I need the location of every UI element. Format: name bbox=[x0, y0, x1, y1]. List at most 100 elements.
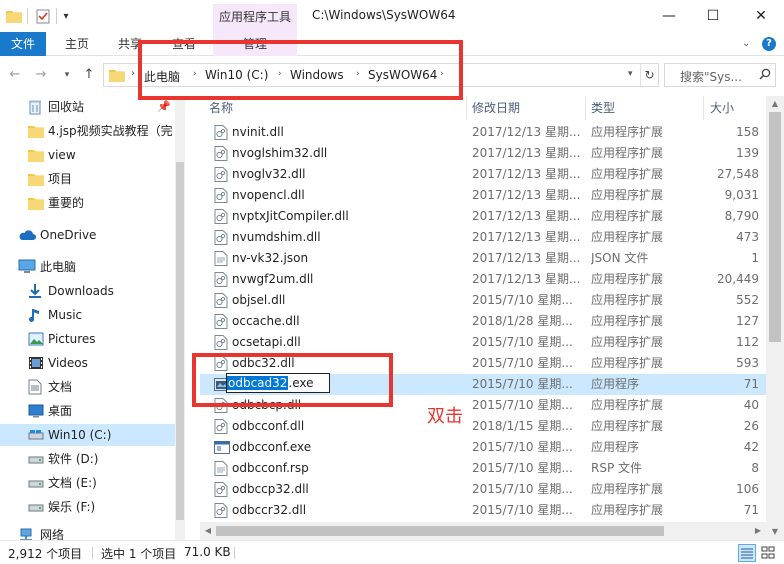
up-arrow-icon[interactable]: ↑ bbox=[80, 66, 98, 84]
file-row[interactable]: nvoglv32.dll 2017/12/13 星期... 应用程序扩展 27,548 bbox=[200, 164, 766, 185]
nav-item-folder-important[interactable]: 重要的 bbox=[0, 192, 175, 214]
minimize-button[interactable]: — bbox=[646, 0, 692, 32]
maximize-button[interactable]: ☐ bbox=[690, 0, 736, 32]
file-row[interactable]: odbccp32.dll 2015/7/10 星期... 应用程序扩展 106 bbox=[200, 479, 766, 500]
download-icon bbox=[28, 283, 44, 299]
chevron-down-icon[interactable]: ▾ bbox=[58, 8, 74, 24]
file-modified-date: 2015/7/10 星期... bbox=[472, 377, 573, 391]
nav-item-downloads[interactable]: Downloads bbox=[0, 280, 175, 302]
file-size: 26 bbox=[743, 419, 759, 433]
search-icon[interactable] bbox=[759, 68, 771, 83]
file-row[interactable]: nvumdshim.dll 2017/12/13 星期... 应用程序扩展 473 bbox=[200, 227, 766, 248]
nav-item-documents[interactable]: 文档 bbox=[0, 376, 175, 398]
file-size: 71 bbox=[743, 503, 759, 517]
column-header-size[interactable]: 大小 bbox=[710, 96, 734, 120]
nav-item-music[interactable]: Music bbox=[0, 304, 175, 326]
chevron-down-icon[interactable]: ▾ bbox=[628, 69, 633, 79]
folder-icon bbox=[28, 171, 44, 187]
file-row[interactable]: odbcconf.dll 2018/1/15 星期... 应用程序扩展 26 bbox=[200, 416, 766, 437]
file-size: 139 bbox=[736, 146, 759, 160]
nav-item-label: 此电脑 bbox=[40, 260, 77, 274]
help-icon[interactable]: ? bbox=[762, 37, 776, 51]
vertical-scrollbar-thumb[interactable] bbox=[769, 112, 781, 342]
dll-file-icon bbox=[214, 146, 228, 161]
file-row[interactable]: objsel.dll 2015/7/10 星期... 应用程序扩展 552 bbox=[200, 290, 766, 311]
column-divider[interactable] bbox=[466, 96, 467, 120]
nav-item-desktop[interactable]: 桌面 bbox=[0, 400, 175, 422]
file-modified-date: 2017/12/13 星期... bbox=[472, 251, 581, 265]
nav-item-pictures[interactable]: Pictures bbox=[0, 328, 175, 350]
file-name: nvoglshim32.dll bbox=[232, 146, 328, 160]
file-row[interactable]: nvinit.dll 2017/12/13 星期... 应用程序扩展 158 bbox=[200, 122, 766, 143]
horizontal-scrollbar-thumb[interactable] bbox=[216, 526, 664, 536]
chevron-down-icon[interactable]: ⌄ bbox=[742, 38, 750, 49]
chevron-right-icon[interactable]: › bbox=[131, 68, 135, 79]
folder-icon[interactable] bbox=[6, 8, 22, 24]
file-row[interactable]: nvopencl.dll 2017/12/13 星期... 应用程序扩展 9,031 bbox=[200, 185, 766, 206]
nav-item-this-pc[interactable]: 此电脑 bbox=[0, 256, 175, 278]
file-size: 27,548 bbox=[717, 167, 759, 181]
nav-item-drive-c[interactable]: Win10 (C:) bbox=[0, 424, 175, 446]
file-modified-date: 2015/7/10 星期... bbox=[472, 356, 573, 370]
context-tab-title: 应用程序工具 bbox=[218, 10, 291, 24]
file-row[interactable]: nv-vk32.json 2017/12/13 星期... JSON 文件 1 bbox=[200, 248, 766, 269]
file-modified-date: 2017/12/13 星期... bbox=[472, 209, 581, 223]
file-name: occache.dll bbox=[232, 314, 300, 328]
nav-item-drive-f[interactable]: 娱乐 (F:) bbox=[0, 496, 175, 518]
dll-file-icon bbox=[214, 125, 228, 140]
recent-locations-chevron-icon[interactable]: ▾ bbox=[58, 66, 76, 84]
scroll-right-icon[interactable]: ▶ bbox=[750, 522, 766, 540]
file-row[interactable]: nvwgf2um.dll 2017/12/13 星期... 应用程序扩展 20,449 bbox=[200, 269, 766, 290]
file-size: 593 bbox=[736, 356, 759, 370]
nav-item-drive-e[interactable]: 文档 (E:) bbox=[0, 472, 175, 494]
desktop-icon bbox=[28, 403, 44, 419]
file-row[interactable]: ocsetapi.dll 2015/7/10 星期... 应用程序扩展 112 bbox=[200, 332, 766, 353]
file-row[interactable]: nvptxJitCompiler.dll 2017/12/13 星期... 应用程序… bbox=[200, 206, 766, 227]
nav-item-folder-project[interactable]: 项目 bbox=[0, 168, 175, 190]
nav-item-onedrive[interactable]: OneDrive bbox=[0, 224, 175, 246]
nav-item-videos[interactable]: Videos bbox=[0, 352, 175, 374]
network-icon bbox=[18, 527, 34, 540]
large-icons-view-icon[interactable] bbox=[760, 544, 778, 562]
quick-access-separator bbox=[56, 8, 57, 24]
navigation-pane: 回收站 📌 4.jsp视频实战教程（完 view 项目 重要的 OneDrive bbox=[0, 96, 180, 540]
back-arrow-icon[interactable]: ← bbox=[6, 66, 24, 84]
column-divider[interactable] bbox=[703, 96, 704, 120]
file-type: 应用程序扩展 bbox=[591, 335, 664, 349]
scroll-left-icon[interactable]: ◀ bbox=[200, 522, 216, 540]
column-header-type[interactable]: 类型 bbox=[591, 96, 615, 120]
properties-icon[interactable] bbox=[35, 8, 51, 24]
file-size: 106 bbox=[736, 482, 759, 496]
column-header-date[interactable]: 修改日期 bbox=[472, 96, 520, 120]
file-modified-date: 2018/1/28 星期... bbox=[472, 314, 573, 328]
file-row[interactable]: odbccr32.dll 2015/7/10 星期... 应用程序扩展 71 bbox=[200, 500, 766, 521]
nav-item-network[interactable]: 网络 bbox=[0, 524, 175, 540]
column-divider[interactable] bbox=[585, 96, 586, 120]
cloud-icon bbox=[18, 227, 36, 243]
file-row[interactable]: odbcconf.exe 2015/7/10 星期... 应用程序 42 bbox=[200, 437, 766, 458]
refresh-icon[interactable]: ↻ bbox=[640, 64, 658, 86]
file-type: 应用程序 bbox=[591, 377, 640, 391]
scroll-down-icon[interactable]: ▼ bbox=[766, 524, 784, 540]
nav-scrollbar-thumb[interactable] bbox=[176, 162, 184, 520]
scroll-up-icon[interactable]: ▲ bbox=[766, 96, 784, 112]
nav-item-drive-d[interactable]: 软件 (D:) bbox=[0, 448, 175, 470]
text-file-icon bbox=[214, 251, 228, 266]
search-input[interactable]: 搜索"Sys... bbox=[664, 63, 776, 87]
file-row[interactable]: odbcconf.rsp 2015/7/10 星期... RSP 文件 8 bbox=[200, 458, 766, 479]
tab-home[interactable]: 主页 bbox=[48, 32, 106, 56]
file-type: 应用程序扩展 bbox=[591, 482, 664, 496]
file-row[interactable]: nvoglshim32.dll 2017/12/13 星期... 应用程序扩展 139 bbox=[200, 143, 766, 164]
nav-item-label: Win10 (C:) bbox=[48, 428, 112, 442]
close-button[interactable]: ✕ bbox=[738, 0, 784, 32]
nav-item-folder-view[interactable]: view bbox=[0, 144, 175, 166]
quick-access-separator bbox=[27, 8, 28, 24]
file-row[interactable]: occache.dll 2018/1/28 星期... 应用程序扩展 127 bbox=[200, 311, 766, 332]
details-view-icon[interactable] bbox=[738, 544, 756, 562]
tab-file[interactable]: 文件 bbox=[0, 32, 46, 56]
file-size: 40 bbox=[743, 398, 759, 412]
recycle-bin-icon bbox=[28, 99, 44, 115]
forward-arrow-icon[interactable]: → bbox=[32, 66, 50, 84]
dll-file-icon bbox=[214, 482, 228, 497]
nav-item-folder-jsp[interactable]: 4.jsp视频实战教程（完 bbox=[0, 120, 175, 142]
